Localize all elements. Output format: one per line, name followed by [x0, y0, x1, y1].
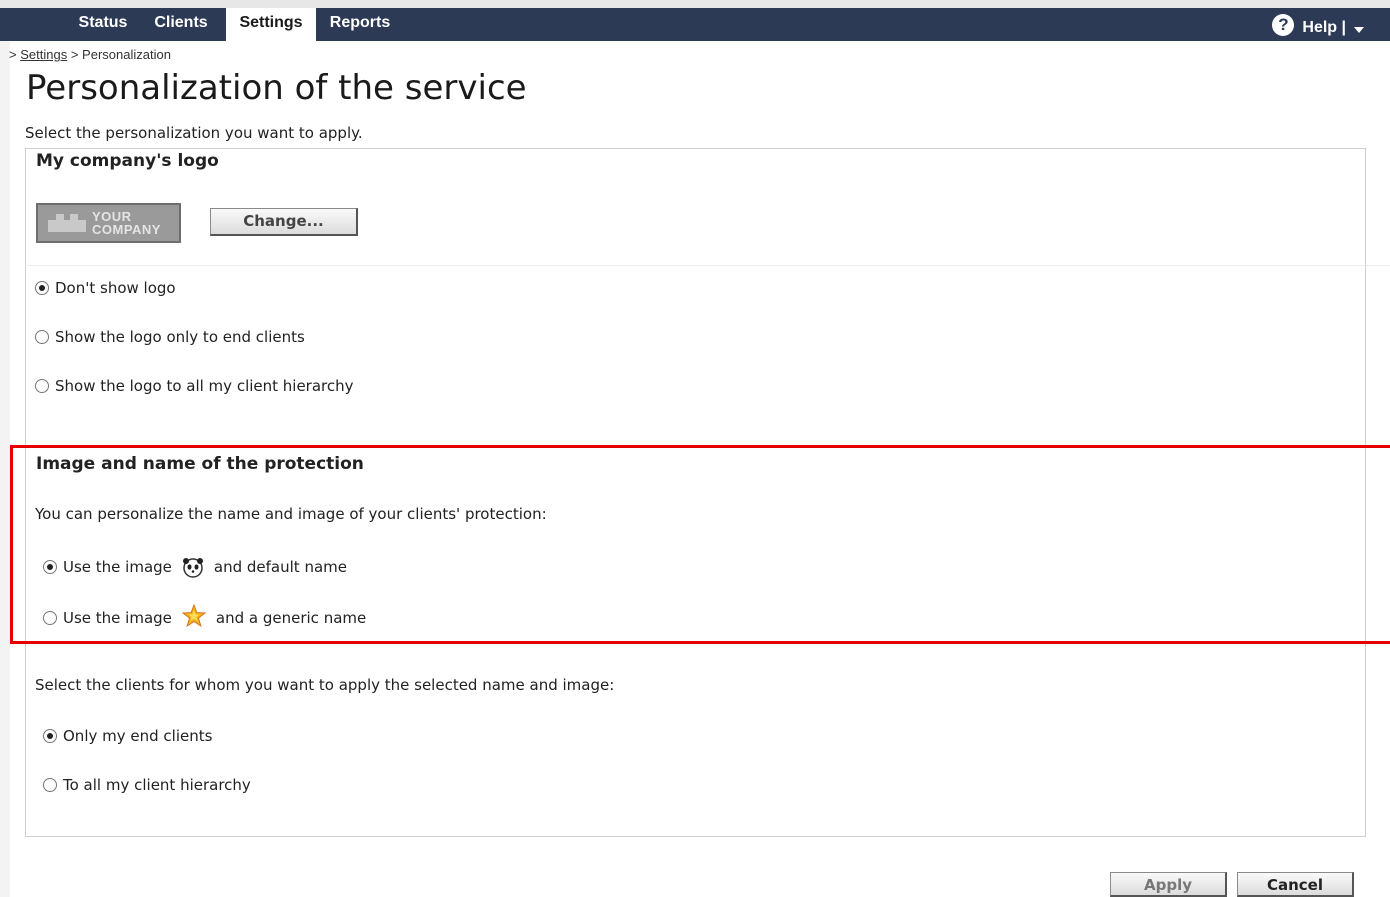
radio-star-generic-name[interactable]: Use the image and a generic name — [43, 603, 367, 632]
logo-text-line2: COMPANY — [92, 222, 161, 237]
radio-button[interactable] — [43, 560, 57, 574]
protection-section-title: Image and name of the protection — [36, 454, 364, 474]
help-label: Help | — [1302, 18, 1346, 36]
help-icon: ? — [1272, 14, 1295, 36]
change-logo-button[interactable]: Change... — [210, 208, 358, 236]
settings-panel — [25, 148, 1366, 837]
radio-label-suffix: and a generic name — [215, 609, 367, 627]
breadcrumb-link-settings[interactable]: Settings — [20, 47, 67, 62]
tab-settings[interactable]: Settings — [226, 8, 316, 43]
breadcrumb-separator: > — [70, 47, 79, 62]
help-menu[interactable]: ? Help | — [1272, 11, 1364, 39]
star-icon — [181, 603, 207, 632]
radio-label: To all my client hierarchy — [63, 776, 251, 794]
radio-button[interactable] — [35, 330, 49, 344]
logo-mark-icon — [48, 214, 86, 232]
radio-dont-show-logo[interactable]: Don't show logo — [35, 279, 176, 297]
tab-status[interactable]: Status — [64, 8, 142, 41]
divider — [25, 265, 1390, 266]
radio-all-client-hierarchy[interactable]: To all my client hierarchy — [43, 776, 251, 794]
breadcrumb-prefix: > — [9, 47, 17, 62]
radio-label-suffix: and default name — [213, 558, 347, 576]
tab-clients[interactable]: Clients — [142, 8, 220, 41]
radio-button[interactable] — [35, 379, 49, 393]
radio-button[interactable] — [43, 778, 57, 792]
cancel-button[interactable]: Cancel — [1237, 872, 1354, 897]
radio-button[interactable] — [35, 281, 49, 295]
radio-button[interactable] — [43, 729, 57, 743]
radio-label-prefix: Use the image — [63, 558, 172, 576]
apply-button[interactable]: Apply — [1110, 872, 1227, 897]
radio-only-end-clients[interactable]: Only my end clients — [43, 727, 212, 745]
panda-icon — [182, 556, 204, 578]
company-logo-image: YOUR COMPANY — [36, 203, 181, 243]
top-strip — [0, 0, 1390, 8]
protection-description: You can personalize the name and image o… — [35, 505, 547, 523]
radio-panda-default-name[interactable]: Use the image and default name — [43, 556, 347, 578]
tab-reports[interactable]: Reports — [320, 8, 400, 41]
radio-label: Only my end clients — [63, 727, 213, 745]
top-navbar: Status Clients Settings Reports ? Help | — [0, 8, 1390, 43]
radio-label: Show the logo only to end clients — [55, 328, 305, 346]
breadcrumb-current: Personalization — [82, 47, 171, 62]
radio-button[interactable] — [43, 611, 57, 625]
breadcrumb: > Settings > Personalization — [9, 47, 171, 62]
logo-text: YOUR COMPANY — [92, 210, 161, 236]
radio-label-prefix: Use the image — [63, 609, 172, 627]
logo-section-title: My company's logo — [36, 151, 219, 171]
radio-label: Don't show logo — [55, 279, 176, 297]
page-title: Personalization of the service — [26, 68, 527, 108]
page-intro: Select the personalization you want to a… — [25, 124, 363, 142]
left-strip — [0, 8, 10, 897]
radio-logo-end-clients[interactable]: Show the logo only to end clients — [35, 328, 305, 346]
radio-label: Show the logo to all my client hierarchy — [55, 377, 354, 395]
chevron-down-icon — [1354, 26, 1364, 33]
radio-logo-all-hierarchy[interactable]: Show the logo to all my client hierarchy — [35, 377, 354, 395]
clients-description: Select the clients for whom you want to … — [35, 676, 615, 694]
